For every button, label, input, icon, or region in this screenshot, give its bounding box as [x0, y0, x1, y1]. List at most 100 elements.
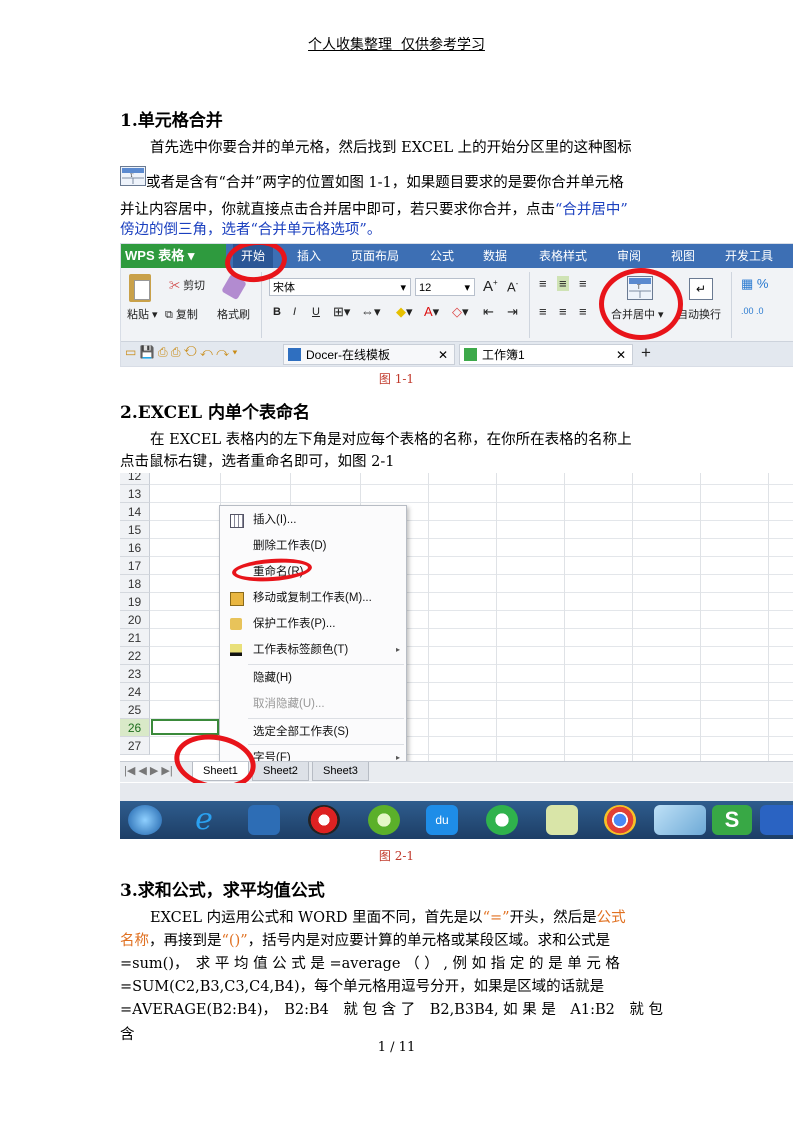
- tab-view[interactable]: 视图: [671, 244, 695, 268]
- tab-insert[interactable]: 插入: [297, 244, 321, 268]
- row-header[interactable]: 15: [120, 521, 150, 539]
- media-player-icon[interactable]: [308, 805, 340, 835]
- menu-bar: WPS 表格 ▾ 开始 插入 页面布局 公式 数据 表格样式 审阅 视图 开发工…: [121, 244, 793, 268]
- notepad-icon[interactable]: [546, 805, 578, 835]
- workbook-icon: [464, 348, 477, 361]
- wps-sheet-icon[interactable]: S: [712, 805, 752, 835]
- figure-caption: 图 1-1: [378, 372, 415, 386]
- menu-item-protect[interactable]: 保护工作表(P)...: [220, 613, 406, 635]
- ie-icon[interactable]: e: [188, 805, 220, 835]
- baidu-icon[interactable]: du: [426, 805, 458, 835]
- tab-review[interactable]: 审阅: [617, 244, 641, 268]
- row-header[interactable]: 12: [120, 473, 150, 485]
- font-shrink-icon[interactable]: A-: [507, 279, 518, 294]
- cut-button[interactable]: ✂ 剪切: [169, 277, 205, 293]
- underline-icon[interactable]: U: [312, 306, 320, 318]
- merge-cells-icon: T: [120, 166, 146, 186]
- menu-item-hide[interactable]: 隐藏(H): [220, 667, 406, 689]
- section-title-merge: 1.单元格合并: [120, 111, 223, 131]
- row-header[interactable]: 26: [120, 719, 150, 737]
- doc-tab-workbook[interactable]: 工作簿1 ✕: [459, 344, 633, 365]
- wrap-text-icon[interactable]: ↵: [689, 278, 713, 300]
- wps-writer-icon[interactable]: [760, 805, 793, 835]
- row-header[interactable]: 19: [120, 593, 150, 611]
- chrome-icon[interactable]: [604, 805, 636, 835]
- sheet-nav-arrows[interactable]: |◀ ◀ ▶ ▶|: [124, 764, 173, 777]
- align-left-icon[interactable]: ≡: [539, 304, 547, 319]
- close-icon[interactable]: ✕: [438, 345, 448, 366]
- align-bottom-icon[interactable]: ≡: [579, 276, 587, 291]
- window-icon[interactable]: [654, 805, 706, 835]
- paste-icon[interactable]: [129, 274, 151, 302]
- copy-button[interactable]: ⧉ 复制: [165, 306, 198, 322]
- menu-item-select-all-sheets[interactable]: 选定全部工作表(S): [220, 721, 406, 743]
- row-header[interactable]: 27: [120, 737, 150, 755]
- font-size-select[interactable]: 12 ▾: [415, 278, 475, 296]
- paste-button[interactable]: 粘贴 ▾: [127, 306, 158, 322]
- menu-item-unhide[interactable]: 取消隐藏(U)...: [220, 693, 406, 715]
- indent-right-icon[interactable]: ⇥: [507, 304, 518, 320]
- number-format-icon[interactable]: ▦ %: [741, 276, 768, 292]
- menu-item-move-copy[interactable]: 移动或复制工作表(M)...: [220, 587, 406, 609]
- font-grow-icon[interactable]: A+: [483, 278, 498, 295]
- align-middle-icon[interactable]: ≡: [557, 276, 569, 291]
- row-header[interactable]: 13: [120, 485, 150, 503]
- close-icon[interactable]: ✕: [616, 345, 626, 366]
- tab-developer[interactable]: 开发工具: [725, 244, 773, 268]
- wps-logo[interactable]: WPS 表格 ▾: [121, 244, 226, 268]
- merge-small-icon[interactable]: ⇔▾: [361, 304, 381, 320]
- row-header[interactable]: 24: [120, 683, 150, 701]
- tab-table-style[interactable]: 表格样式: [539, 244, 587, 268]
- paragraph: 傍边的倒三角，选者“合并单元格选项”。: [120, 222, 382, 238]
- align-right-icon[interactable]: ≡: [579, 304, 587, 319]
- font-name-select[interactable]: 宋体 ▾: [269, 278, 411, 296]
- tab-formula[interactable]: 公式: [430, 244, 454, 268]
- sheet-tab-2[interactable]: Sheet2: [252, 762, 309, 781]
- player-icon[interactable]: [368, 805, 400, 835]
- start-button-icon[interactable]: [128, 805, 162, 835]
- menu-item-insert[interactable]: 插入(I)...: [220, 509, 406, 531]
- wps-ribbon-figure: WPS 表格 ▾ 开始 插入 页面布局 公式 数据 表格样式 审阅 视图 开发工…: [120, 243, 793, 367]
- row-header[interactable]: 16: [120, 539, 150, 557]
- context-menu: 插入(I)... 删除工作表(D) 重命名(R) 移动或复制工作表(M)... …: [219, 505, 407, 773]
- indent-left-icon[interactable]: ⇤: [483, 304, 494, 320]
- clear-format-icon[interactable]: ◇▾: [452, 304, 469, 320]
- border-icon[interactable]: ⊞▾: [333, 304, 350, 320]
- selected-cell[interactable]: [151, 719, 219, 735]
- spreadsheet-figure: 12 13 14 15 16 17 18 19 20 21 22 23 24 25 26 27 插入(I)..…: [120, 473, 793, 839]
- row-header[interactable]: 21: [120, 629, 150, 647]
- row-header[interactable]: 17: [120, 557, 150, 575]
- align-center-icon[interactable]: ≡: [559, 304, 567, 319]
- page-number: 1 / 11: [377, 1040, 416, 1055]
- new-tab-icon[interactable]: +: [641, 343, 651, 363]
- explorer-icon[interactable]: [248, 805, 280, 835]
- bold-icon[interactable]: B: [273, 306, 281, 318]
- fill-color-icon[interactable]: ◆▾: [396, 304, 413, 320]
- align-top-icon[interactable]: ≡: [539, 276, 547, 291]
- row-header[interactable]: 20: [120, 611, 150, 629]
- refresh-app-icon[interactable]: [486, 805, 518, 835]
- format-painter-button[interactable]: 格式刷: [217, 306, 250, 322]
- menu-item-tab-color[interactable]: 工作表标签颜色(T) ▸: [220, 639, 406, 661]
- figure-caption: 图 2-1: [378, 849, 415, 863]
- row-header[interactable]: 22: [120, 647, 150, 665]
- quick-access-icons[interactable]: ▭ 💾 ⎙ ⎙ ⟲ ↶ ↷ ▾: [125, 345, 237, 360]
- row-header[interactable]: 18: [120, 575, 150, 593]
- paragraph: 或者是含有“合并”两字的位置如图 1-1，如果题目要求的是要你合并单元格: [146, 175, 624, 191]
- tab-color-icon: [230, 644, 242, 656]
- page-header: 个人收集整理 仅供参考学习: [308, 37, 485, 53]
- sheet-tab-3[interactable]: Sheet3: [312, 762, 369, 781]
- copy-icon: ⧉: [165, 309, 173, 321]
- font-color-icon[interactable]: A▾: [424, 304, 439, 320]
- tab-page-layout[interactable]: 页面布局: [351, 244, 399, 268]
- row-header[interactable]: 25: [120, 701, 150, 719]
- decimal-icon[interactable]: .00 .0: [741, 306, 764, 316]
- tab-data[interactable]: 数据: [483, 244, 507, 268]
- insert-sheet-icon: [230, 514, 244, 528]
- italic-icon[interactable]: I: [293, 306, 296, 318]
- row-header[interactable]: 14: [120, 503, 150, 521]
- menu-item-delete-sheet[interactable]: 删除工作表(D): [220, 535, 406, 557]
- doc-tab-docer[interactable]: Docer-在线模板 ✕: [283, 344, 455, 365]
- row-header[interactable]: 23: [120, 665, 150, 683]
- wrap-text-button[interactable]: 自动换行: [677, 306, 721, 322]
